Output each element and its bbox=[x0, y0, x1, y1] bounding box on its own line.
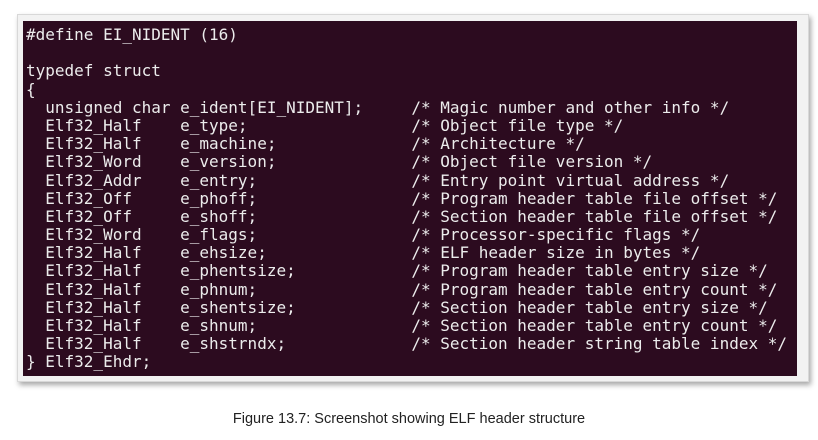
code-line: Elf32_Off e_phoff; /* Program header tab… bbox=[26, 188, 778, 208]
code-line: Elf32_Half e_type; /* Object file type *… bbox=[26, 115, 624, 135]
code-line: Elf32_Half e_ehsize; /* ELF header size … bbox=[26, 243, 701, 263]
code-block: #define EI_NIDENT (16) typedef struct { … bbox=[26, 25, 787, 372]
code-line: Elf32_Word e_version; /* Object file ver… bbox=[26, 152, 653, 172]
code-line: Elf32_Word e_flags; /* Processor-specifi… bbox=[26, 225, 701, 245]
figure-caption: Figure 13.7: Screenshot showing ELF head… bbox=[232, 411, 586, 427]
code-line: Elf32_Half e_shstrndx; /* Section header… bbox=[26, 334, 787, 354]
code-line: Elf32_Half e_shentsize; /* Section heade… bbox=[26, 297, 768, 317]
code-line: Elf32_Half e_phnum; /* Program header ta… bbox=[26, 279, 778, 299]
code-line: Elf32_Off e_shoff; /* Section header tab… bbox=[26, 206, 778, 226]
screenshot-frame: #define EI_NIDENT (16) typedef struct { … bbox=[17, 14, 809, 382]
code-line: Elf32_Half e_shnum; /* Section header ta… bbox=[26, 316, 778, 335]
code-line: Elf32_Addr e_entry; /* Entry point virtu… bbox=[26, 170, 730, 190]
code-line: unsigned char e_ident[EI_NIDENT]; /* Mag… bbox=[26, 97, 730, 117]
code-line: Elf32_Half e_machine; /* Architecture */ bbox=[26, 134, 585, 154]
code-line: #define EI_NIDENT (16) bbox=[26, 25, 238, 44]
code-line: { bbox=[26, 79, 36, 99]
code-line: Elf32_Half e_phentsize; /* Program heade… bbox=[26, 261, 768, 281]
code-line: } Elf32_Ehdr; bbox=[26, 352, 152, 372]
code-line: typedef struct bbox=[26, 61, 161, 81]
terminal-window: #define EI_NIDENT (16) typedef struct { … bbox=[23, 21, 797, 376]
